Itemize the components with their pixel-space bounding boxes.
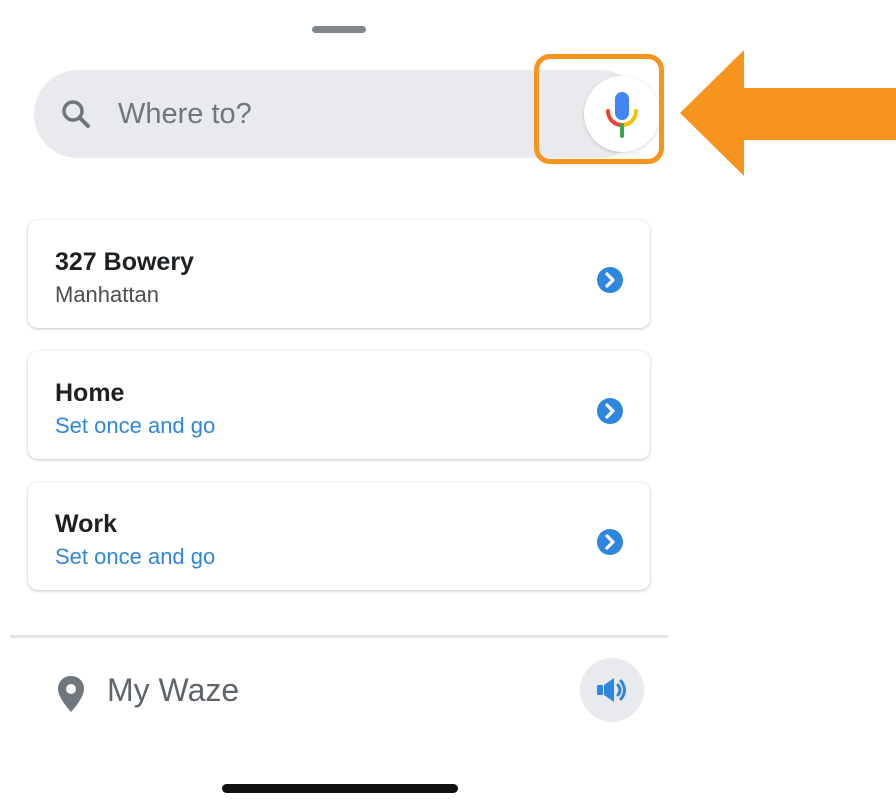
home-subtitle[interactable]: Set once and go [55,413,215,439]
work-title: Work [55,510,118,538]
sheet-grab-handle[interactable] [312,26,366,33]
location-pin-icon [58,676,84,712]
screen: 327 Bowery Manhattan Home Set once and g… [0,0,896,806]
destination-card[interactable]: 327 Bowery Manhattan [28,220,650,328]
search-icon [62,100,90,128]
footer-divider [10,635,668,638]
mic-highlight-box [534,54,664,164]
search-input[interactable] [118,90,498,138]
speaker-icon [597,678,626,702]
pointer-arrow-icon [680,50,896,176]
chevron-right-circle-icon[interactable] [596,397,624,425]
chevron-right-circle-icon[interactable] [596,266,624,294]
home-indicator[interactable] [222,784,458,793]
destination-subtitle: Manhattan [55,282,159,307]
home-card[interactable]: Home Set once and go [28,351,650,459]
home-title: Home [55,379,125,407]
chevron-right-circle-icon[interactable] [596,528,624,556]
sound-settings-button[interactable] [580,658,644,722]
my-waze-button[interactable]: My Waze [107,672,239,709]
work-subtitle[interactable]: Set once and go [55,544,215,570]
destination-title: 327 Bowery [55,248,194,276]
work-card[interactable]: Work Set once and go [28,482,650,590]
